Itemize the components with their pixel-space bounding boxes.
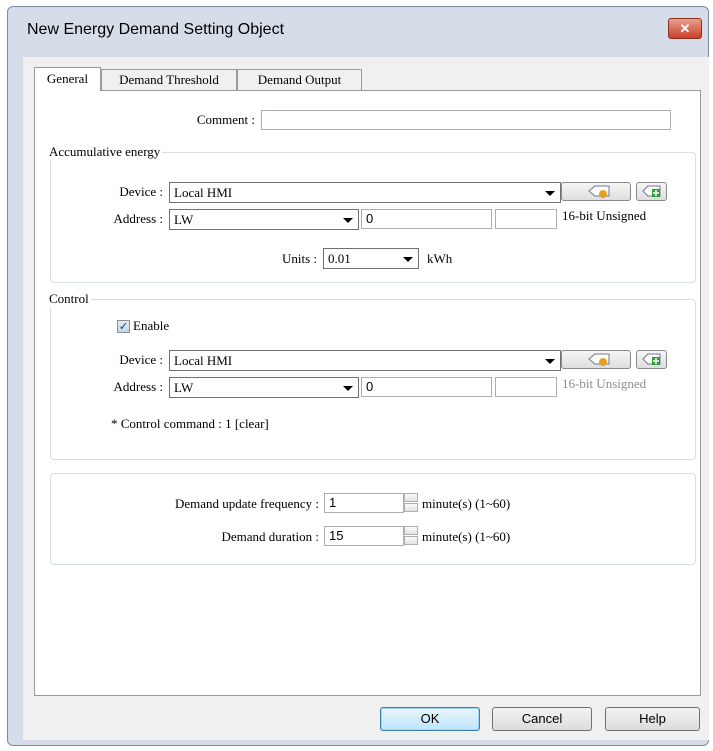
update-frequency-spinner[interactable] — [404, 493, 418, 513]
combo-arrow-icon — [343, 218, 353, 223]
update-frequency-label: Demand update frequency : — [174, 496, 319, 511]
settings-tag-icon — [588, 353, 610, 366]
combo-arrow-icon — [403, 257, 413, 262]
demand-duration-label: Demand duration : — [221, 529, 319, 544]
units-select[interactable]: 0.01 — [323, 248, 419, 269]
acc-device-add-button[interactable] — [636, 182, 667, 201]
ctl-device-value: Local HMI — [174, 353, 233, 368]
help-button[interactable]: Help — [605, 707, 700, 731]
spin-down-icon[interactable] — [404, 503, 418, 512]
combo-arrow-icon — [343, 386, 353, 391]
acc-device-value: Local HMI — [174, 185, 233, 200]
dialog-client: General Demand Threshold Demand Output C… — [23, 57, 709, 740]
ctl-address-input[interactable]: 0 — [361, 377, 492, 397]
demand-duration-suffix: minute(s) (1~60) — [422, 529, 511, 544]
add-tag-icon — [642, 185, 661, 197]
window-title: New Energy Demand Setting Object — [27, 21, 285, 38]
acc-address-extra-input[interactable] — [495, 209, 557, 229]
control-command-note: * Control command : 1 [clear] — [111, 416, 269, 431]
ctl-format-label: 16-bit Unsigned — [562, 376, 647, 391]
ctl-device-select[interactable]: Local HMI — [169, 350, 561, 371]
close-button[interactable]: ✕ — [668, 18, 702, 39]
tab-general[interactable]: General — [34, 67, 101, 91]
demand-settings-group — [50, 473, 696, 565]
ctl-address-type-value: LW — [174, 380, 194, 395]
accumulative-energy-title: Accumulative energy — [47, 144, 163, 160]
units-value: 0.01 — [328, 251, 351, 266]
spin-up-icon[interactable] — [404, 526, 418, 535]
units-label: Units : — [281, 251, 317, 266]
ctl-device-label: Device : — [119, 352, 163, 367]
acc-device-settings-button[interactable] — [561, 182, 631, 201]
comment-input[interactable] — [261, 110, 671, 130]
acc-address-type-value: LW — [174, 212, 194, 227]
control-title: Control — [47, 291, 91, 307]
dialog-window: New Energy Demand Setting Object ✕ Gener… — [7, 6, 709, 746]
update-frequency-suffix: minute(s) (1~60) — [422, 496, 511, 511]
enable-label: Enable — [133, 318, 170, 333]
combo-arrow-icon — [545, 191, 555, 196]
title-bar: New Energy Demand Setting Object ✕ — [8, 7, 708, 51]
cancel-button[interactable]: Cancel — [492, 707, 592, 731]
tab-demand-output[interactable]: Demand Output — [237, 69, 362, 90]
spin-up-icon[interactable] — [404, 493, 418, 502]
acc-device-label: Device : — [119, 184, 163, 199]
ctl-address-extra-input[interactable] — [495, 377, 557, 397]
update-frequency-input[interactable]: 1 — [324, 493, 404, 513]
ok-button[interactable]: OK — [380, 707, 480, 731]
demand-duration-input[interactable]: 15 — [324, 526, 404, 546]
acc-device-select[interactable]: Local HMI — [169, 182, 561, 203]
demand-duration-spinner[interactable] — [404, 526, 418, 546]
acc-address-input[interactable]: 0 — [361, 209, 492, 229]
enable-checkbox[interactable]: ✓ — [117, 320, 130, 333]
settings-tag-icon — [588, 185, 610, 198]
combo-arrow-icon — [545, 359, 555, 364]
comment-label: Comment : — [196, 112, 255, 127]
ctl-address-label: Address : — [113, 379, 163, 394]
acc-address-type-select[interactable]: LW — [169, 209, 359, 230]
tab-demand-threshold[interactable]: Demand Threshold — [101, 69, 237, 90]
units-suffix: kWh — [427, 251, 453, 266]
ctl-device-add-button[interactable] — [636, 350, 667, 369]
spin-down-icon[interactable] — [404, 536, 418, 545]
tab-panel-general: Comment : Accumulative energy Device : L… — [34, 90, 701, 696]
close-icon: ✕ — [679, 21, 691, 36]
acc-address-label: Address : — [113, 211, 163, 226]
check-icon: ✓ — [118, 320, 129, 333]
ctl-device-settings-button[interactable] — [561, 350, 631, 369]
acc-format-label: 16-bit Unsigned — [562, 208, 647, 223]
ctl-address-type-select[interactable]: LW — [169, 377, 359, 398]
add-tag-icon — [642, 353, 661, 365]
